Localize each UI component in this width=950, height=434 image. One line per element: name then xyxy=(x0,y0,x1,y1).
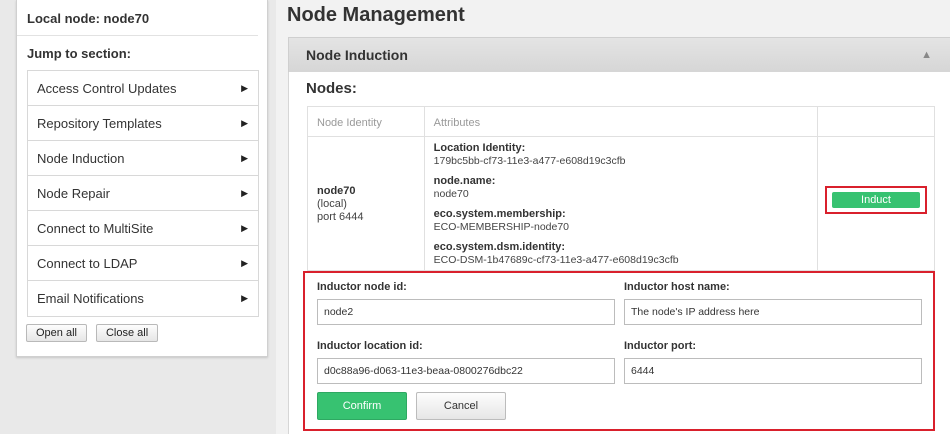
attr-label: node.name: xyxy=(433,175,496,187)
collapse-arrow-icon[interactable]: ▲ xyxy=(921,49,932,61)
inductor-port-input[interactable] xyxy=(624,358,922,384)
attr-label: eco.system.dsm.identity: xyxy=(433,241,566,253)
column-header-actions xyxy=(818,107,934,136)
inductor-node-id-input[interactable] xyxy=(317,299,615,325)
nav-item-email-notifications[interactable]: Email Notifications ▶ xyxy=(28,281,258,316)
nav-item-label: Connect to MultiSite xyxy=(37,220,154,236)
nav-item-label: Access Control Updates xyxy=(37,80,177,96)
inductor-location-id-label: Inductor location id: xyxy=(317,340,423,352)
nav-item-connect-to-ldap[interactable]: Connect to LDAP ▶ xyxy=(28,246,258,281)
inductor-location-id-input[interactable] xyxy=(317,358,615,384)
nav-item-label: Repository Templates xyxy=(37,115,162,131)
inductor-host-name-input[interactable] xyxy=(624,299,922,325)
arrow-right-icon: ▶ xyxy=(241,222,248,233)
arrow-right-icon: ▶ xyxy=(241,117,248,128)
arrow-right-icon: ▶ xyxy=(241,257,248,268)
node-identity-cell: node70 (local) port 6444 xyxy=(308,137,425,271)
attr-value: ECO-DSM-1b47689c-cf73-11e3-a477-e608d19c… xyxy=(433,254,679,266)
column-header-node-identity: Node Identity xyxy=(308,107,425,136)
section-header-node-induction[interactable]: Node Induction ▲ xyxy=(288,37,950,72)
arrow-right-icon: ▶ xyxy=(241,293,248,303)
induct-highlight: Induct xyxy=(825,186,927,214)
nav-item-repository-templates[interactable]: Repository Templates ▶ xyxy=(28,106,258,141)
column-header-attributes: Attributes xyxy=(425,107,819,136)
induction-form: Inductor node id: Inductor host name: In… xyxy=(303,271,935,431)
sidebar: Local node: node70 Jump to section: Acce… xyxy=(16,0,268,357)
node-port: port 6444 xyxy=(317,211,364,223)
attr-value: node70 xyxy=(433,188,469,200)
attributes-cell: Location Identity: 179bc5bb-cf73-11e3-a4… xyxy=(425,137,819,271)
close-all-button[interactable]: Close all xyxy=(95,324,159,342)
arrow-right-icon: ▶ xyxy=(241,187,248,198)
arrow-right-icon: ▶ xyxy=(241,82,248,93)
page-title: Node Management xyxy=(287,4,465,26)
inductor-port-label: Inductor port: xyxy=(624,340,697,352)
arrow-right-icon: ▶ xyxy=(241,152,248,163)
attr-value: ECO-MEMBERSHIP-node70 xyxy=(433,221,570,233)
nav-item-node-repair[interactable]: Node Repair ▶ xyxy=(28,176,258,211)
nav-item-label: Node Induction xyxy=(37,150,125,166)
node-name: node70 xyxy=(317,185,356,197)
nav-item-access-control-updates[interactable]: Access Control Updates ▶ xyxy=(28,71,258,106)
attr-label: eco.system.membership: xyxy=(433,208,566,220)
inductor-node-id-label: Inductor node id: xyxy=(317,281,407,293)
table-header: Node Identity Attributes xyxy=(308,107,934,137)
jump-to-section-label: Jump to section: xyxy=(27,46,132,61)
cancel-button[interactable]: Cancel xyxy=(416,392,506,420)
section-nav: Access Control Updates ▶ Repository Temp… xyxy=(27,70,259,317)
local-node-label: Local node: node70 xyxy=(17,0,258,36)
nodes-heading: Nodes: xyxy=(306,80,357,97)
nav-item-label: Email Notifications xyxy=(37,291,144,306)
nav-item-label: Connect to LDAP xyxy=(37,255,138,271)
section-title: Node Induction xyxy=(306,47,408,63)
nav-item-node-induction[interactable]: Node Induction ▶ xyxy=(28,141,258,176)
induct-button[interactable]: Induct xyxy=(832,192,920,208)
open-all-button[interactable]: Open all xyxy=(26,324,87,342)
inductor-host-name-label: Inductor host name: xyxy=(624,281,730,293)
node-local-flag: (local) xyxy=(317,198,347,210)
confirm-button[interactable]: Confirm xyxy=(317,392,407,420)
attr-label: Location Identity: xyxy=(433,142,526,154)
nav-item-label: Node Repair xyxy=(37,185,110,201)
sidebar-buttons: Open all Close all xyxy=(26,324,159,342)
attr-value: 179bc5bb-cf73-11e3-a477-e608d19c3cfb xyxy=(433,155,626,167)
nav-item-connect-to-multisite[interactable]: Connect to MultiSite ▶ xyxy=(28,211,258,246)
